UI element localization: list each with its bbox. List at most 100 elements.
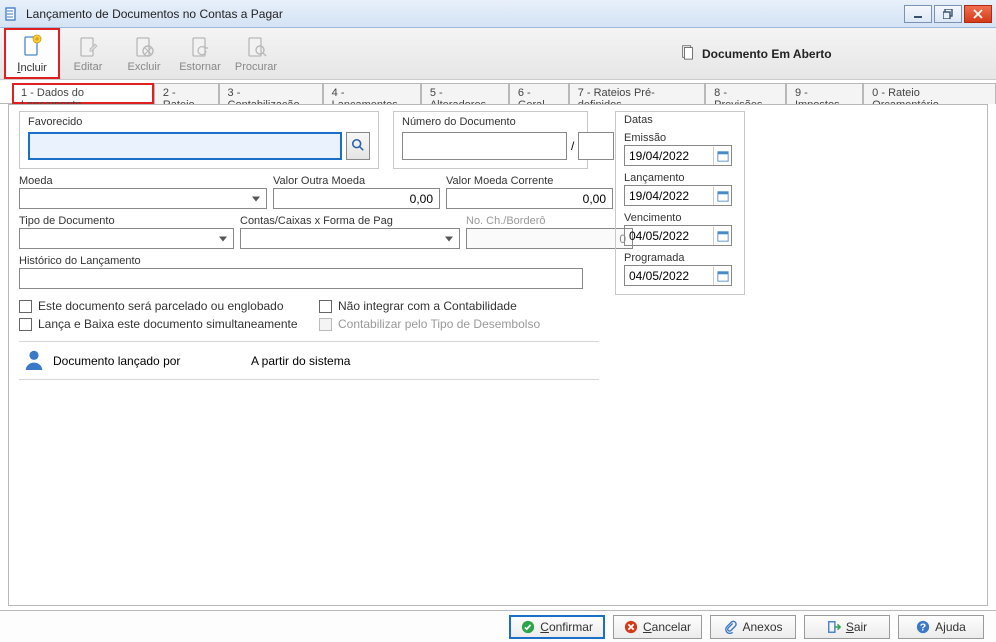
document-status: Documento Em Aberto [680, 28, 832, 79]
no-ch-bordero-label: No. Ch./Borderô [466, 215, 633, 227]
editar-button[interactable]: Editar [60, 28, 116, 79]
date-value: 04/05/2022 [629, 269, 689, 283]
restore-button[interactable] [934, 5, 962, 23]
procurar-button[interactable]: Procurar [228, 28, 284, 79]
emissao-label: Emissão [624, 132, 736, 144]
historico-label: Histórico do Lançamento [19, 255, 599, 267]
tipo-documento-label: Tipo de Documento [19, 215, 234, 227]
historico-input[interactable] [19, 268, 583, 289]
valor-moeda-corrente-label: Valor Moeda Corrente [446, 175, 613, 187]
contas-caixas-select[interactable] [240, 228, 460, 249]
user-info-row: Documento lançado por A partir do sistem… [19, 341, 599, 380]
incluir-button[interactable]: Incluir [4, 28, 60, 79]
moeda-label: Moeda [19, 175, 267, 187]
numero-documento-label: Número do Documento [402, 116, 579, 128]
vencimento-label: Vencimento [624, 212, 736, 224]
lancado-por-label: Documento lançado por [53, 354, 243, 368]
excluir-button[interactable]: Excluir [116, 28, 172, 79]
form-panel: Favorecido Número do Documento / [8, 104, 988, 606]
tab-geral[interactable]: 6 - Geral [509, 83, 569, 104]
tab-dados-lancamento[interactable]: 1 - Dados do Lançamento [12, 83, 154, 104]
cancel-icon [624, 620, 638, 634]
anexos-button[interactable]: Anexos [710, 615, 796, 639]
minimize-button[interactable] [904, 5, 932, 23]
checkbox-parcelado[interactable]: Este documento será parcelado ou engloba… [19, 299, 319, 313]
moeda-select[interactable] [19, 188, 267, 209]
estornar-button[interactable]: Estornar [172, 28, 228, 79]
datas-group-title: Datas [624, 114, 736, 126]
button-label: Anexos [742, 620, 782, 634]
checkbox-icon [319, 318, 332, 331]
checkbox-icon [319, 300, 332, 313]
ajuda-button[interactable]: ? Ajuda [898, 615, 984, 639]
tab-impostos[interactable]: 9 - Impostos [786, 83, 863, 104]
vencimento-date-field[interactable]: 04/05/2022 [624, 225, 732, 246]
help-icon: ? [916, 620, 930, 634]
calendar-icon [713, 187, 731, 205]
emissao-date-field[interactable]: 19/04/2022 [624, 145, 732, 166]
lancamento-date-field[interactable]: 19/04/2022 [624, 185, 732, 206]
date-value: 04/05/2022 [629, 229, 689, 243]
checkbox-label: Este documento será parcelado ou engloba… [38, 299, 284, 313]
close-button[interactable] [964, 5, 992, 23]
user-icon [23, 348, 45, 373]
confirm-icon [521, 620, 535, 634]
tab-rateios-predef[interactable]: 7 - Rateios Pré-definidos [569, 83, 705, 104]
valor-moeda-corrente-input[interactable] [446, 188, 613, 209]
checkbox-nao-integrar[interactable]: Não integrar com a Contabilidade [319, 299, 540, 313]
tab-rateio[interactable]: 2 - Rateio [154, 83, 219, 104]
tabs-bar: 1 - Dados do Lançamento 2 - Rateio 3 - C… [0, 82, 996, 104]
document-status-icon [680, 44, 696, 63]
favorecido-lookup-button[interactable] [346, 132, 370, 160]
confirmar-button[interactable]: Confirmar [509, 615, 605, 639]
tab-contabilizacao[interactable]: 3 - Contabilização [219, 83, 323, 104]
document-status-text: Documento Em Aberto [702, 47, 832, 61]
contas-caixas-label: Contas/Caixas x Forma de Pag [240, 215, 460, 227]
numero-documento-input-2[interactable] [578, 132, 614, 160]
reverse-document-icon [188, 35, 212, 59]
edit-document-icon [76, 35, 100, 59]
calendar-icon [713, 227, 731, 245]
sair-button[interactable]: Sair [804, 615, 890, 639]
search-icon [351, 138, 365, 155]
calendar-icon [713, 147, 731, 165]
tab-previsoes[interactable]: 8 - Previsões [705, 83, 786, 104]
checkbox-icon [19, 318, 32, 331]
date-value: 19/04/2022 [629, 149, 689, 163]
svg-text:?: ? [920, 621, 926, 633]
numero-documento-input-1[interactable] [402, 132, 567, 160]
favorecido-input[interactable] [28, 132, 342, 160]
tipo-documento-select[interactable] [19, 228, 234, 249]
date-value: 19/04/2022 [629, 189, 689, 203]
toolbar-label: ncluir [21, 62, 47, 74]
programada-date-field[interactable]: 04/05/2022 [624, 265, 732, 286]
find-document-icon [244, 35, 268, 59]
exit-icon [827, 620, 841, 634]
main-toolbar: Incluir Editar Excluir Estornar Procurar… [0, 28, 996, 80]
attachment-icon [723, 620, 737, 634]
cancelar-button[interactable]: Cancelar [613, 615, 702, 639]
toolbar-label: Excluir [127, 61, 160, 73]
window-title: Lançamento de Documentos no Contas a Pag… [26, 7, 904, 21]
favorecido-label: Favorecido [28, 116, 370, 128]
checkbox-lanca-baixa[interactable]: Lança e Baixa este documento simultaneam… [19, 317, 319, 331]
tab-alteradores[interactable]: 5 - Alteradores [421, 83, 509, 104]
doc-separator: / [571, 139, 574, 153]
window-titlebar: Lançamento de Documentos no Contas a Pag… [0, 0, 996, 28]
tab-lancamentos[interactable]: 4 - Lançamentos [323, 83, 421, 104]
programada-label: Programada [624, 252, 736, 264]
checkbox-label: Não integrar com a Contabilidade [338, 299, 517, 313]
checkbox-contabilizar-tipo: Contabilizar pelo Tipo de Desembolso [319, 317, 540, 331]
valor-outra-moeda-label: Valor Outra Moeda [273, 175, 440, 187]
calendar-icon [713, 267, 731, 285]
lancamento-label: Lançamento [624, 172, 736, 184]
toolbar-label: Procurar [235, 61, 277, 73]
checkbox-label: Lança e Baixa este documento simultaneam… [38, 317, 298, 331]
no-ch-bordero-input [466, 228, 633, 249]
delete-document-icon [132, 35, 156, 59]
valor-outra-moeda-input[interactable] [273, 188, 440, 209]
checkbox-icon [19, 300, 32, 313]
new-document-icon [20, 34, 44, 58]
tab-rateio-orcamentario[interactable]: 0 - Rateio Orçamentário [863, 83, 996, 104]
sistema-label: A partir do sistema [251, 354, 350, 368]
